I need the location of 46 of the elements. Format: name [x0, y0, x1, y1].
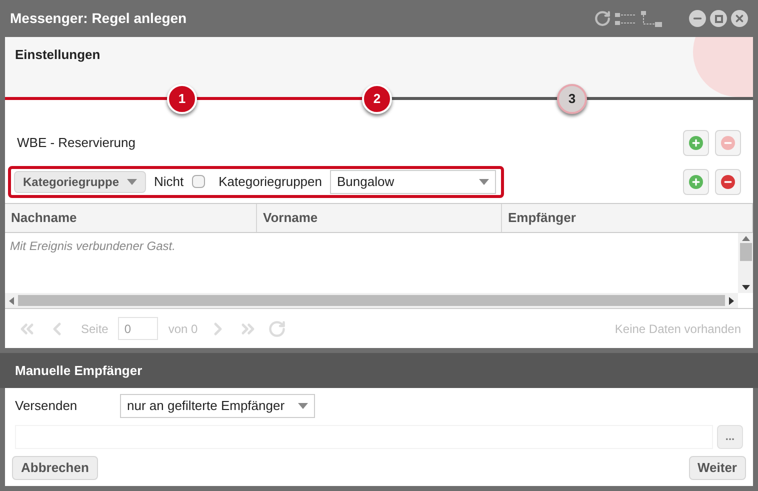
plus-icon — [689, 136, 703, 150]
cancel-button[interactable]: Abbrechen — [12, 456, 98, 480]
section-title: Manuelle Empfänger — [15, 362, 142, 380]
minus-icon — [721, 174, 735, 188]
vertical-scrollbar[interactable] — [738, 233, 753, 293]
window-title: Messenger: Regel anlegen — [10, 9, 187, 28]
scroll-left-icon[interactable] — [9, 296, 14, 304]
page-label: Seite — [81, 320, 108, 338]
step-marker: 3 — [557, 84, 587, 114]
not-checkbox[interactable] — [192, 175, 205, 188]
scroll-up-icon[interactable] — [742, 236, 750, 241]
caret-icon — [298, 402, 308, 408]
step-marker: 2 — [362, 84, 392, 114]
rule-label: WBE - Reservierung — [17, 134, 136, 152]
column-header[interactable]: Vorname — [257, 204, 502, 232]
panel-title: Einstellungen — [15, 46, 100, 64]
category-groups-select[interactable]: Bungalow — [330, 170, 496, 194]
pager-status: Keine Daten vorhanden — [614, 320, 741, 338]
minimize-icon[interactable] — [689, 10, 706, 27]
empty-table-text: Mit Ereignis verbundener Gast. — [9, 238, 176, 255]
scroll-down-icon[interactable] — [742, 285, 750, 290]
maximize-icon[interactable] — [710, 10, 727, 27]
send-label: Versenden — [15, 396, 78, 415]
not-label: Nicht — [154, 172, 184, 191]
list-tree-icon[interactable] — [615, 12, 637, 26]
add-button[interactable] — [683, 130, 709, 156]
hierarchy-icon[interactable] — [641, 10, 663, 26]
caret-icon — [127, 178, 138, 184]
caret-icon — [479, 178, 489, 184]
remove-button[interactable] — [715, 168, 741, 194]
horizontal-scrollbar[interactable] — [5, 293, 738, 308]
add-button[interactable] — [683, 168, 709, 194]
step-marker: 1 — [167, 84, 197, 114]
more-button[interactable]: ... — [717, 425, 743, 449]
category-type-button[interactable]: Kategoriegruppe — [14, 170, 146, 192]
column-header[interactable]: Nachname — [5, 204, 257, 232]
next-button[interactable]: Weiter — [688, 456, 746, 480]
send-select[interactable]: nur an gefilterte Empfänger — [120, 394, 315, 418]
page-count: von 0 — [168, 320, 198, 338]
scroll-right-icon[interactable] — [729, 296, 734, 304]
column-header[interactable]: Empfänger — [502, 204, 753, 232]
plus-icon — [689, 174, 703, 188]
category-groups-label: Kategoriegruppen — [218, 172, 322, 191]
minus-icon — [721, 136, 735, 150]
close-icon[interactable] — [731, 10, 748, 27]
refresh-icon[interactable] — [594, 10, 611, 27]
